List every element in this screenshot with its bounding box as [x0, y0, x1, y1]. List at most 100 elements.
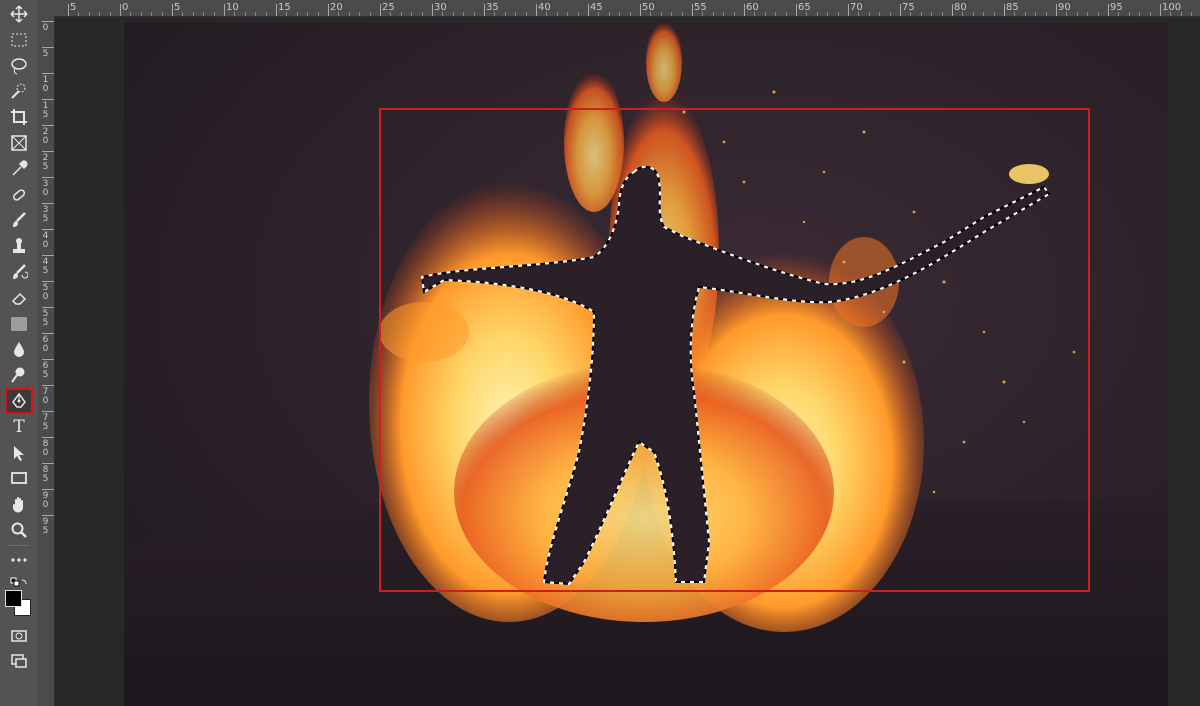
quick-mask-icon[interactable] — [6, 624, 32, 648]
vertical-ruler[interactable]: 0 5 10 15 20 25 30 35 40 45 50 55 60 65 70 75 80 85 90 95 — [38, 16, 55, 706]
ruler-minor-tick — [192, 12, 194, 16]
ruler-tick-label: 100 — [1162, 2, 1182, 13]
ruler-minor-tick — [785, 12, 787, 16]
ruler-minor-tick — [515, 12, 517, 16]
ruler-minor-tick — [161, 12, 163, 16]
ruler-minor-tick — [1180, 12, 1182, 16]
ruler-minor-tick — [244, 12, 246, 16]
ruler-tick-label: 35 — [42, 205, 49, 224]
toolbar-divider — [8, 544, 30, 546]
quick-selection-icon[interactable] — [6, 79, 32, 103]
eyedropper-icon[interactable] — [6, 157, 32, 181]
ruler-tick — [224, 4, 225, 16]
ruler-minor-tick — [1087, 12, 1089, 16]
ruler-tick — [328, 4, 329, 16]
ruler-minor-tick — [1035, 12, 1037, 16]
ruler-tick-label: 85 — [42, 465, 49, 484]
ruler-tick — [276, 4, 277, 16]
marquee-icon[interactable] — [6, 28, 32, 52]
crop-icon[interactable] — [6, 105, 32, 129]
hand-icon[interactable] — [6, 492, 32, 516]
rectangle-icon[interactable] — [6, 466, 32, 490]
ruler-tick-label: 55 — [694, 2, 707, 13]
ruler-tick — [796, 4, 797, 16]
ruler-minor-tick — [296, 12, 298, 16]
ruler-tick — [42, 99, 54, 100]
ruler-tick-label: 50 — [642, 2, 655, 13]
ruler-tick-label: 60 — [42, 335, 49, 354]
ruler-tick-label: 15 — [42, 101, 49, 120]
ruler-minor-tick — [754, 12, 756, 16]
ruler-tick — [42, 463, 54, 464]
ruler-tick-label: 65 — [798, 2, 811, 13]
ruler-tick-label: 70 — [850, 2, 863, 13]
ruler-tick — [42, 21, 54, 22]
path-selection-icon[interactable] — [6, 441, 32, 465]
ruler-tick — [1056, 4, 1057, 16]
ruler-minor-tick — [764, 12, 766, 16]
ruler-minor-tick — [962, 12, 964, 16]
history-brush-icon[interactable] — [6, 260, 32, 284]
pen-icon[interactable] — [5, 388, 33, 414]
move-icon[interactable] — [6, 2, 32, 26]
ruler-minor-tick — [348, 12, 350, 16]
ruler-minor-tick — [151, 12, 153, 16]
ruler-tick-label: 5 — [174, 2, 181, 13]
screen-mode-icon[interactable] — [6, 649, 32, 673]
gradient-icon[interactable] — [6, 312, 32, 336]
ruler-tick-label: 75 — [42, 413, 49, 432]
ruler-minor-tick — [359, 12, 361, 16]
ruler-minor-tick — [993, 12, 995, 16]
ruler-tick — [42, 73, 54, 74]
ruler-minor-tick — [1149, 12, 1151, 16]
zoom-icon[interactable] — [6, 518, 32, 542]
ruler-tick — [1160, 4, 1161, 16]
ruler-minor-tick — [858, 12, 860, 16]
ruler-tick-label: 30 — [42, 179, 49, 198]
ruler-minor-tick — [1045, 12, 1047, 16]
ruler-minor-tick — [1128, 12, 1130, 16]
ruler-tick-label: 90 — [42, 491, 49, 510]
ruler-minor-tick — [99, 12, 101, 16]
ruler-tick-label: 95 — [1110, 2, 1123, 13]
type-glyph: T — [13, 416, 25, 437]
ruler-tick-label: 80 — [42, 439, 49, 458]
ruler-minor-tick — [390, 12, 392, 16]
ruler-minor-tick — [650, 12, 652, 16]
ruler-minor-tick — [130, 12, 132, 16]
ruler-minor-tick — [369, 12, 371, 16]
ruler-minor-tick — [1139, 12, 1141, 16]
ruler-tick-label: 5 — [70, 2, 77, 13]
eraser-icon[interactable] — [6, 286, 32, 310]
ruler-tick — [120, 4, 121, 16]
document-canvas[interactable] — [124, 22, 1168, 706]
ruler-tick-label: 90 — [1058, 2, 1071, 13]
ruler-minor-tick — [629, 12, 631, 16]
ruler-minor-tick — [463, 12, 465, 16]
lasso-icon[interactable] — [6, 54, 32, 78]
horizontal-ruler[interactable]: 5 0 5 10 15 20 25 30 35 40 45 50 55 60 65 70 75 80 85 90 95 1… — [38, 0, 1200, 17]
clone-stamp-icon[interactable] — [6, 234, 32, 258]
ruler-minor-tick — [879, 12, 881, 16]
healing-icon[interactable] — [6, 183, 32, 207]
foreground-color[interactable] — [5, 589, 22, 607]
frame-icon[interactable] — [6, 131, 32, 155]
ruler-tick-label: 35 — [486, 2, 499, 13]
type-icon[interactable]: T — [6, 415, 32, 439]
ruler-minor-tick — [1076, 12, 1078, 16]
ruler-tick-label: 75 — [902, 2, 915, 13]
ruler-tick — [42, 333, 54, 334]
ruler-minor-tick — [255, 12, 257, 16]
ruler-tick — [42, 359, 54, 360]
ruler-tick-label: 25 — [42, 153, 49, 172]
ruler-tick-label: 40 — [42, 231, 49, 250]
ruler-minor-tick — [712, 12, 714, 16]
ruler-minor-tick — [1024, 12, 1026, 16]
more-icon[interactable] — [6, 548, 32, 572]
ruler-minor-tick — [972, 12, 974, 16]
brush-icon[interactable] — [6, 208, 32, 232]
ruler-tick — [42, 489, 54, 490]
dodge-icon[interactable] — [6, 363, 32, 387]
ruler-tick-label: 10 — [42, 75, 49, 94]
blur-icon[interactable] — [6, 337, 32, 361]
